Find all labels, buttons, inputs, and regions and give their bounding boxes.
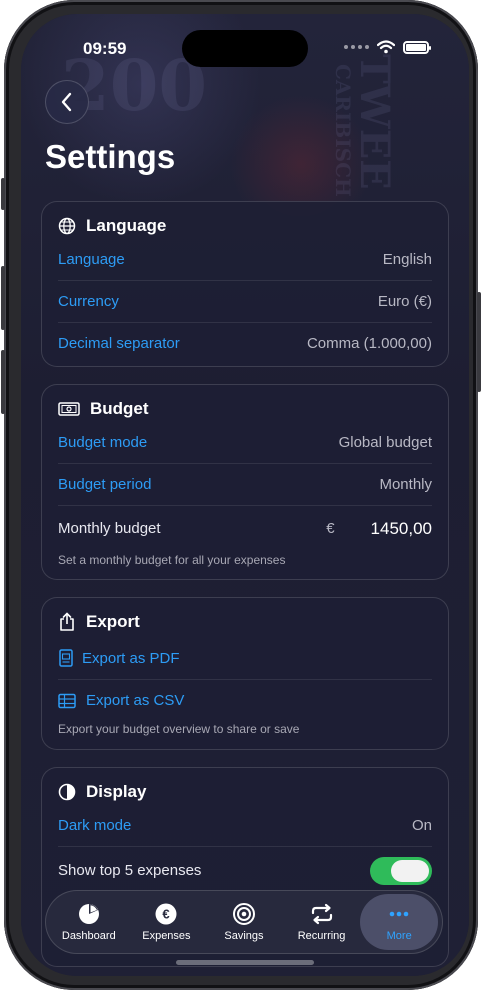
svg-text:€: €	[163, 907, 170, 922]
display-card-header: Display	[58, 782, 146, 802]
export-csv-label: Export as CSV	[86, 692, 185, 709]
pdf-document-icon	[59, 649, 73, 667]
export-hint: Export your budget overview to share or …	[58, 722, 300, 736]
export-card-title: Export	[86, 612, 140, 631]
dynamic-island	[182, 30, 308, 67]
dark-mode-value: On	[411, 816, 432, 834]
tab-more-label: More	[386, 930, 412, 942]
currency-row[interactable]: Currency Euro (€)	[58, 280, 432, 322]
decimal-separator-label: Decimal separator	[58, 335, 180, 352]
ellipsis-icon	[387, 902, 411, 926]
monthly-budget-field[interactable]: € 1450,00	[326, 519, 432, 539]
tab-bar: Dashboard € Expenses Savings Recurring M…	[45, 890, 443, 954]
language-row[interactable]: Language English	[58, 238, 432, 280]
budget-mode-row[interactable]: Budget mode Global budget	[58, 421, 432, 463]
dark-mode-row[interactable]: Dark mode On	[58, 804, 432, 846]
battery-icon	[403, 40, 431, 54]
page-title: Settings	[45, 138, 176, 175]
pie-chart-icon	[77, 902, 101, 926]
budget-card-header: Budget	[58, 399, 149, 419]
budget-hint: Set a monthly budget for all your expens…	[58, 553, 286, 567]
export-card-header: Export	[58, 612, 140, 632]
language-label: Language	[58, 250, 125, 268]
monthly-budget-row: Monthly budget € 1450,00	[58, 505, 432, 551]
tab-recurring-label: Recurring	[297, 930, 346, 942]
language-card-title: Language	[86, 216, 167, 235]
chevron-left-icon	[61, 92, 72, 112]
budget-period-value: Monthly	[379, 476, 432, 493]
wifi-icon	[377, 40, 395, 54]
top5-expenses-toggle[interactable]	[370, 856, 432, 885]
export-card: Export Export as PDF Export as CSV Expor…	[41, 597, 449, 750]
dark-mode-label: Dark mode	[58, 816, 132, 834]
action-button	[1, 178, 5, 210]
tab-savings[interactable]: Savings	[205, 894, 283, 950]
budget-period-row[interactable]: Budget period Monthly	[58, 463, 432, 505]
table-icon	[58, 693, 76, 708]
volume-up-button	[1, 266, 5, 330]
monthly-budget-input[interactable]: 1450,00	[371, 519, 432, 539]
phone-frame: 200 TWEE CARIBISCH 09:59 Settings Langua…	[1, 0, 481, 990]
decimal-separator-row[interactable]: Decimal separator Comma (1.000,00)	[58, 322, 432, 364]
currency-value: Euro (€)	[377, 293, 432, 310]
tab-more[interactable]: More	[360, 894, 438, 950]
budget-card-title: Budget	[90, 399, 149, 418]
tab-expenses[interactable]: € Expenses	[128, 894, 206, 950]
tab-dashboard[interactable]: Dashboard	[50, 894, 128, 950]
budget-card: Budget Budget mode Global budget Budget …	[41, 384, 449, 580]
status-time: 09:59	[83, 39, 127, 58]
tab-dashboard-label: Dashboard	[61, 930, 116, 942]
contrast-icon	[58, 783, 76, 801]
cellular-signal-icon	[344, 45, 369, 49]
language-card-header: Language	[58, 216, 166, 236]
currency-symbol: €	[326, 520, 335, 537]
back-button[interactable]	[45, 80, 89, 124]
screen: 200 TWEE CARIBISCH 09:59 Settings Langua…	[21, 14, 469, 976]
display-card-title: Display	[86, 782, 147, 801]
top5-expenses-label: Show top 5 expenses	[58, 862, 202, 879]
export-pdf-button[interactable]: Export as PDF	[58, 637, 432, 679]
tab-recurring[interactable]: Recurring	[283, 894, 361, 950]
currency-label: Currency	[58, 293, 119, 310]
budget-mode-label: Budget mode	[58, 433, 148, 451]
target-icon	[232, 902, 256, 926]
export-pdf-label: Export as PDF	[82, 649, 180, 667]
tab-savings-label: Savings	[224, 930, 264, 942]
tab-expenses-label: Expenses	[142, 930, 191, 942]
volume-down-button	[1, 350, 5, 414]
monthly-budget-label: Monthly budget	[58, 520, 161, 537]
language-value: English	[382, 250, 432, 268]
status-icons	[344, 40, 431, 54]
export-csv-button[interactable]: Export as CSV	[58, 679, 432, 721]
decimal-separator-value: Comma (1.000,00)	[306, 335, 432, 352]
home-indicator	[176, 960, 314, 965]
share-icon	[60, 612, 74, 631]
euro-coin-icon: €	[154, 902, 178, 926]
budget-mode-value: Global budget	[338, 433, 432, 451]
repeat-icon	[310, 902, 334, 926]
banknote-icon	[58, 402, 80, 416]
power-button	[477, 292, 481, 392]
budget-period-label: Budget period	[58, 476, 152, 493]
language-card: Language Language English Currency Euro …	[41, 201, 449, 367]
top5-expenses-row: Show top 5 expenses	[58, 846, 432, 894]
globe-icon	[58, 217, 76, 235]
